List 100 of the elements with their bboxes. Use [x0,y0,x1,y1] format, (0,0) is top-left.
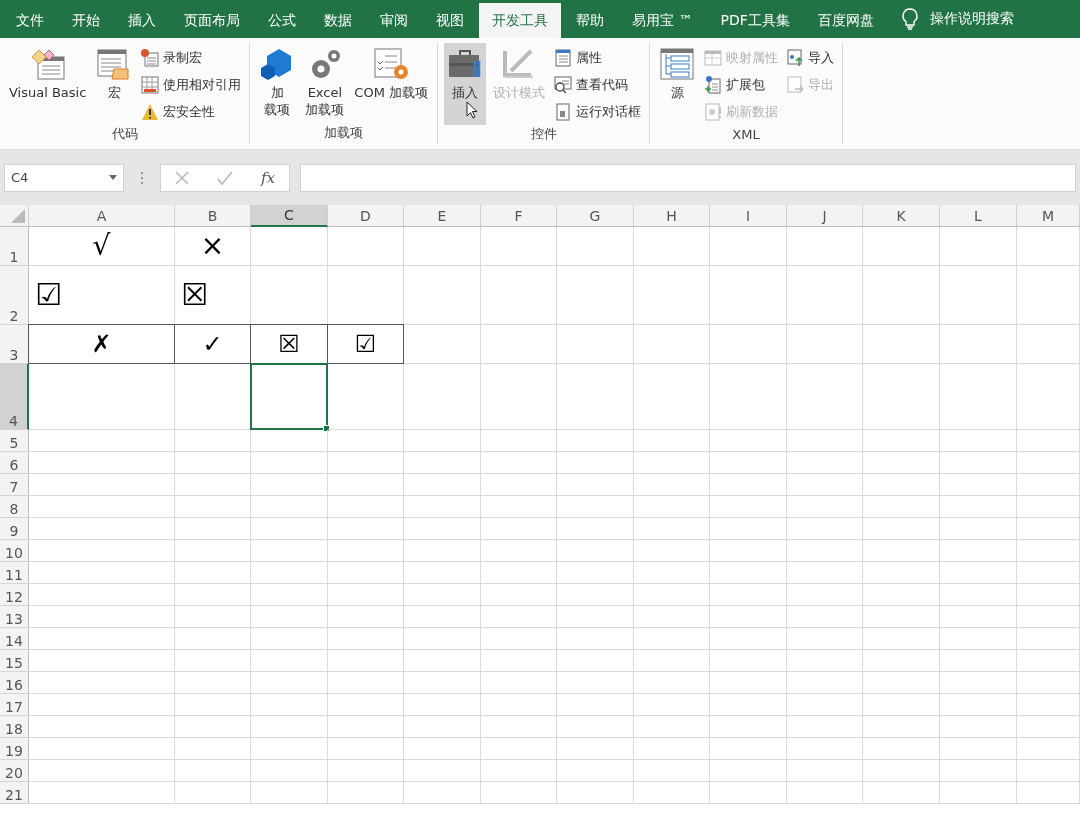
magnifier-sheet-icon [554,75,573,94]
ribbon-button[interactable]: 宏安全性 [139,98,244,125]
ribbon-button[interactable]: 加 载项 [256,43,299,124]
ribbon-tab[interactable]: 文件 [3,3,57,38]
ribbon-button[interactable]: 录制宏 [139,44,244,71]
ribbon-tab[interactable]: 易用宝 ™ [619,3,706,38]
column-header[interactable]: D [328,205,404,227]
column-header[interactable]: C [251,205,328,227]
column-header[interactable]: F [481,205,557,227]
ribbon-button[interactable]: COM 加载项 [351,43,432,124]
name-box[interactable]: C4 [4,163,124,192]
lightbulb-icon [901,8,918,30]
refresh-sheet-icon [704,102,723,121]
sheet-cell: ✓ [174,324,251,364]
ribbon-button[interactable]: 扩展包 [702,71,781,98]
cancel-icon[interactable] [175,170,189,185]
table-icon [704,48,723,67]
checklist-gear-icon [373,47,410,81]
row-header[interactable]: 17 [0,694,29,716]
row-header[interactable]: 21 [0,782,29,804]
select-all-icon[interactable] [11,209,25,223]
ribbon-tab[interactable]: PDF工具集 [707,3,803,38]
ribbon-tab[interactable]: 公式 [255,3,309,38]
sheet-cell [1017,716,1080,738]
import-icon [786,48,805,67]
sheet-cell [1017,325,1080,364]
row-header[interactable]: 11 [0,562,29,584]
column-header[interactable]: E [404,205,481,227]
ribbon-button[interactable]: 运行对话框 [552,98,644,125]
sheet-cell: ☒ [175,266,251,325]
row-header[interactable]: 6 [0,452,29,474]
ribbon-tab[interactable]: 数据 [311,3,365,38]
ribbon-tab[interactable]: 开始 [59,3,113,38]
sheet-cell [1017,266,1080,325]
ribbon-tab[interactable]: 审阅 [367,3,421,38]
row-header[interactable]: 2 [0,266,29,325]
ribbon-button[interactable]: Visual Basic [6,43,90,125]
ribbon-button[interactable]: Excel 加载项 [302,43,348,124]
row-header[interactable]: 7 [0,474,29,496]
formula-input[interactable] [300,163,1076,192]
ribbon-button[interactable]: 导入 [784,44,837,71]
group-label: XML [731,127,761,144]
grid-icon [141,75,160,94]
row-header[interactable]: 1 [0,227,29,266]
warning-icon [141,102,160,121]
row-header[interactable]: 13 [0,606,29,628]
ribbon-tab[interactable]: 视图 [423,3,477,38]
column-header[interactable]: J [787,205,863,227]
ribbon-tab[interactable]: 帮助 [563,3,617,38]
ribbon-button[interactable]: 使用相对引用 [139,71,244,98]
sheet-cell [1017,496,1080,518]
row-header[interactable]: 10 [0,540,29,562]
list-icon [554,48,573,67]
search-button[interactable]: 操作说明搜索 [901,0,1014,38]
column-header[interactable]: K [863,205,940,227]
sheet-cell: × [175,227,251,266]
column-header[interactable]: G [557,205,634,227]
row-header[interactable]: 14 [0,628,29,650]
row-header[interactable]: 4 [0,364,29,430]
cursor-icon [466,101,479,119]
sheet-cell [1017,584,1080,606]
insert-function-button[interactable]: fx [260,168,275,187]
sheet-cell [1017,562,1080,584]
enter-icon[interactable] [216,170,233,185]
tree-table-icon [659,47,696,81]
ribbon-tab[interactable]: 插入 [115,3,169,38]
row-header[interactable]: 8 [0,496,29,518]
ribbon-tab[interactable]: 百度网盘 [804,3,887,38]
column-header[interactable]: L [940,205,1017,227]
sheet-cell: ☑ [327,324,404,364]
ribbon-button[interactable]: 查看代码 [552,71,644,98]
sheet-cell [1017,540,1080,562]
sheet-cell [1017,672,1080,694]
sheet-cell [1017,474,1080,496]
column-header[interactable]: I [710,205,787,227]
row-header[interactable]: 5 [0,430,29,452]
ribbon-tab[interactable]: 开发工具 [479,3,561,38]
package-icon [704,75,723,94]
record-icon [141,48,160,67]
row-header[interactable]: 12 [0,584,29,606]
group-label: 控件 [529,125,558,143]
column-header[interactable]: A [29,205,175,227]
column-header[interactable]: M [1017,205,1080,227]
drag-handle-icon[interactable] [140,170,144,185]
row-header[interactable]: 19 [0,738,29,760]
row-header[interactable]: 16 [0,672,29,694]
row-header[interactable]: 18 [0,716,29,738]
ribbon-button[interactable]: 属性 [552,44,644,71]
column-header[interactable]: H [634,205,710,227]
row-header[interactable]: 9 [0,518,29,540]
group-label: 加载项 [323,124,365,142]
ribbon-button[interactable]: 源 [656,43,699,127]
ribbon-tab[interactable]: 页面布局 [171,3,253,38]
row-header[interactable]: 15 [0,650,29,672]
sheet-cell [1017,694,1080,716]
ribbon-button[interactable]: 插入 [444,43,487,125]
row-header[interactable]: 20 [0,760,29,782]
column-header[interactable]: B [175,205,251,227]
ribbon-button[interactable]: 宏 [93,43,136,125]
row-header[interactable]: 3 [0,325,29,364]
